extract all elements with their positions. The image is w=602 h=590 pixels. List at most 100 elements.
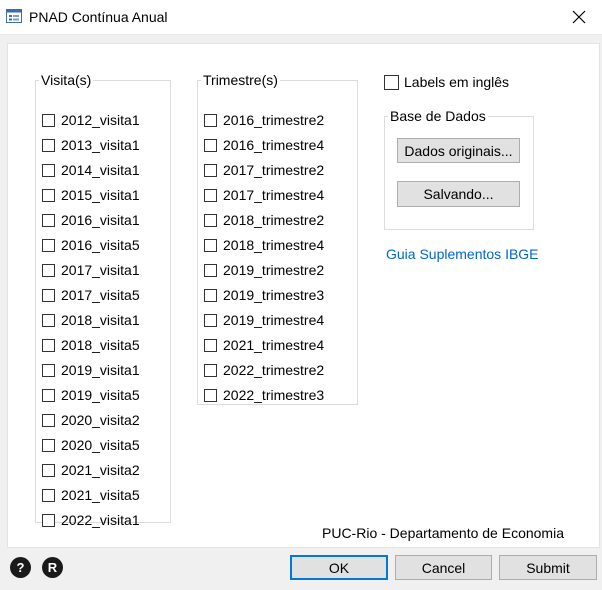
trimestre-checkbox-label: 2017_trimestre4 [223,187,325,203]
help-icon[interactable]: ? [10,557,31,578]
visita-checkbox[interactable] [42,488,55,502]
trimestre-checkbox-label: 2022_trimestre3 [223,387,325,403]
trimestre-checkbox[interactable] [204,113,217,127]
visita-checkbox-item[interactable]: 2020_visita5 [42,435,140,455]
trimestre-checkbox[interactable] [204,338,217,352]
submit-button[interactable]: Submit [499,555,597,580]
visita-checkbox-label: 2019_visita1 [61,362,140,378]
visita-checkbox[interactable] [42,513,55,527]
visita-checkbox-label: 2018_visita5 [61,337,140,353]
visita-checkbox[interactable] [42,263,55,277]
visita-checkbox-item[interactable]: 2022_visita1 [42,510,140,530]
visita-checkbox-item[interactable]: 2012_visita1 [42,110,140,130]
trimestre-checkbox-label: 2019_trimestre2 [223,262,325,278]
visita-checkbox[interactable] [42,138,55,152]
trimestre-checkbox-item[interactable]: 2018_trimestre4 [204,235,324,255]
visita-checkbox-label: 2016_visita1 [61,212,140,228]
visita-checkbox-label: 2017_visita1 [61,262,140,278]
trimestre-checkbox-item[interactable]: 2016_trimestre2 [204,110,324,130]
visita-checkbox-item[interactable]: 2019_visita5 [42,385,140,405]
visita-checkbox[interactable] [42,338,55,352]
trimestre-checkbox-item[interactable]: 2019_trimestre2 [204,260,324,280]
visita-checkbox-item[interactable]: 2014_visita1 [42,160,140,180]
trimestre-checkbox-label: 2018_trimestre2 [223,212,325,228]
visita-checkbox[interactable] [42,238,55,252]
visita-checkbox[interactable] [42,388,55,402]
trimestre-checkbox-item[interactable]: 2018_trimestre2 [204,210,324,230]
trimestre-checkbox[interactable] [204,288,217,302]
visita-checkbox-item[interactable]: 2016_visita1 [42,210,140,230]
visita-checkbox-item[interactable]: 2017_visita1 [42,260,140,280]
trimestre-checkbox-item[interactable]: 2017_trimestre4 [204,185,324,205]
labels-ingles-checkbox[interactable]: Labels em inglês [384,72,509,92]
visita-checkbox-label: 2022_visita1 [61,512,140,528]
close-button[interactable] [556,0,602,34]
ok-button[interactable]: OK [290,555,388,580]
dados-originais-button[interactable]: Dados originais... [397,138,520,163]
trimestre-checkbox-item[interactable]: 2019_trimestre3 [204,285,324,305]
visita-checkbox-item[interactable]: 2013_visita1 [42,135,140,155]
visita-checkbox-item[interactable]: 2020_visita2 [42,410,140,430]
visita-checkbox[interactable] [42,438,55,452]
footer-credit: PUC-Rio - Departamento de Economia [322,525,564,541]
visita-checkbox-label: 2020_visita2 [61,412,140,428]
visita-checkbox[interactable] [42,188,55,202]
trimestre-checkbox-item[interactable]: 2022_trimestre3 [204,385,324,405]
visita-checkbox-item[interactable]: 2016_visita5 [42,235,140,255]
labels-ingles-box[interactable] [384,74,399,90]
trimestre-checkbox-label: 2019_trimestre4 [223,312,325,328]
visita-checkbox-item[interactable]: 2015_visita1 [42,185,140,205]
visita-checkbox-item[interactable]: 2021_visita2 [42,460,140,480]
trimestre-checkbox-item[interactable]: 2016_trimestre4 [204,135,324,155]
visita-checkbox[interactable] [42,313,55,327]
trimestre-checkbox-item[interactable]: 2019_trimestre4 [204,310,324,330]
visita-checkbox[interactable] [42,163,55,177]
trimestre-checkbox[interactable] [204,188,217,202]
trimestres-legend: Trimestre(s) [203,72,278,88]
trimestre-checkbox-label: 2016_trimestre2 [223,112,325,128]
trimestre-checkbox-label: 2022_trimestre2 [223,362,325,378]
visita-checkbox-label: 2018_visita1 [61,312,140,328]
visita-checkbox-item[interactable]: 2018_visita5 [42,335,140,355]
visitas-group: Visita(s) 2012_visita1 2013_visita1 2014_v… [35,72,171,528]
guia-suplementos-link[interactable]: Guia Suplementos IBGE [386,246,539,262]
visita-checkbox-label: 2016_visita5 [61,237,140,253]
visita-checkbox[interactable] [42,288,55,302]
salvando-button[interactable]: Salvando... [397,181,520,207]
trimestre-checkbox[interactable] [204,163,217,177]
trimestre-checkbox-item[interactable]: 2022_trimestre2 [204,360,324,380]
visita-checkbox[interactable] [42,213,55,227]
trimestre-checkbox-label: 2019_trimestre3 [223,287,325,303]
visita-checkbox[interactable] [42,363,55,377]
base-dados-legend: Base de Dados [390,108,486,124]
close-icon [572,10,586,24]
visita-checkbox-item[interactable]: 2018_visita1 [42,310,140,330]
reset-icon[interactable]: R [42,557,63,578]
trimestre-checkbox[interactable] [204,388,217,402]
trimestre-checkbox-item[interactable]: 2017_trimestre2 [204,160,324,180]
trimestre-checkbox-item[interactable]: 2021_trimestre4 [204,335,324,355]
trimestre-checkbox[interactable] [204,313,217,327]
visita-checkbox[interactable] [42,413,55,427]
labels-ingles-label: Labels em inglês [404,74,510,90]
visita-checkbox-item[interactable]: 2017_visita5 [42,285,140,305]
visita-checkbox-label: 2013_visita1 [61,137,140,153]
trimestre-checkbox[interactable] [204,363,217,377]
visitas-legend: Visita(s) [41,72,92,88]
trimestre-checkbox-label: 2017_trimestre2 [223,162,325,178]
base-dados-group: Base de Dados [384,108,534,230]
trimestre-checkbox[interactable] [204,138,217,152]
trimestre-checkbox-label: 2018_trimestre4 [223,237,325,253]
visita-checkbox[interactable] [42,113,55,127]
visita-checkbox-label: 2017_visita5 [61,287,140,303]
trimestre-checkbox[interactable] [204,213,217,227]
visita-checkbox[interactable] [42,463,55,477]
visita-checkbox-label: 2012_visita1 [61,112,140,128]
trimestre-checkbox[interactable] [204,238,217,252]
trimestre-checkbox[interactable] [204,263,217,277]
visita-checkbox-item[interactable]: 2021_visita5 [42,485,140,505]
title-bar: PNAD Contínua Anual [0,0,602,35]
cancel-button[interactable]: Cancel [395,555,492,580]
visita-checkbox-item[interactable]: 2019_visita1 [42,360,140,380]
window-title: PNAD Contínua Anual [29,9,168,25]
